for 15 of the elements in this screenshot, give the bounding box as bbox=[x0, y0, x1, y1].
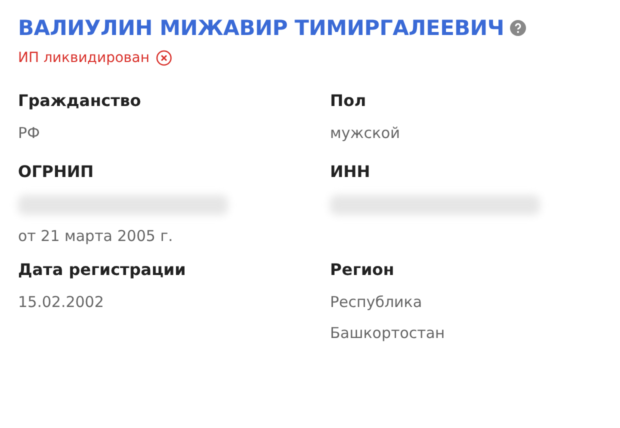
field-value: Республика Башкортостан bbox=[330, 292, 446, 344]
field-label: Регион bbox=[330, 259, 394, 281]
field-label: ОГРНИП bbox=[18, 161, 94, 183]
field-value: РФ bbox=[18, 123, 40, 144]
help-icon[interactable] bbox=[510, 20, 526, 36]
field-label: Пол bbox=[330, 90, 366, 112]
field-note: от 21 марта 2005 г. bbox=[18, 226, 173, 247]
field-label: Дата регистрации bbox=[18, 259, 186, 281]
close-circle-icon bbox=[156, 50, 172, 66]
field-value: мужской bbox=[330, 123, 400, 144]
field-label: Гражданство bbox=[18, 90, 142, 112]
person-name: ВАЛИУЛИН МИЖАВИР ТИМИРГАЛЕЕВИЧ bbox=[18, 16, 504, 40]
status-text: ИП ликвидирован bbox=[18, 50, 150, 66]
field-label: ИНН bbox=[330, 161, 370, 183]
field-value: 15.02.2002 bbox=[18, 292, 104, 313]
